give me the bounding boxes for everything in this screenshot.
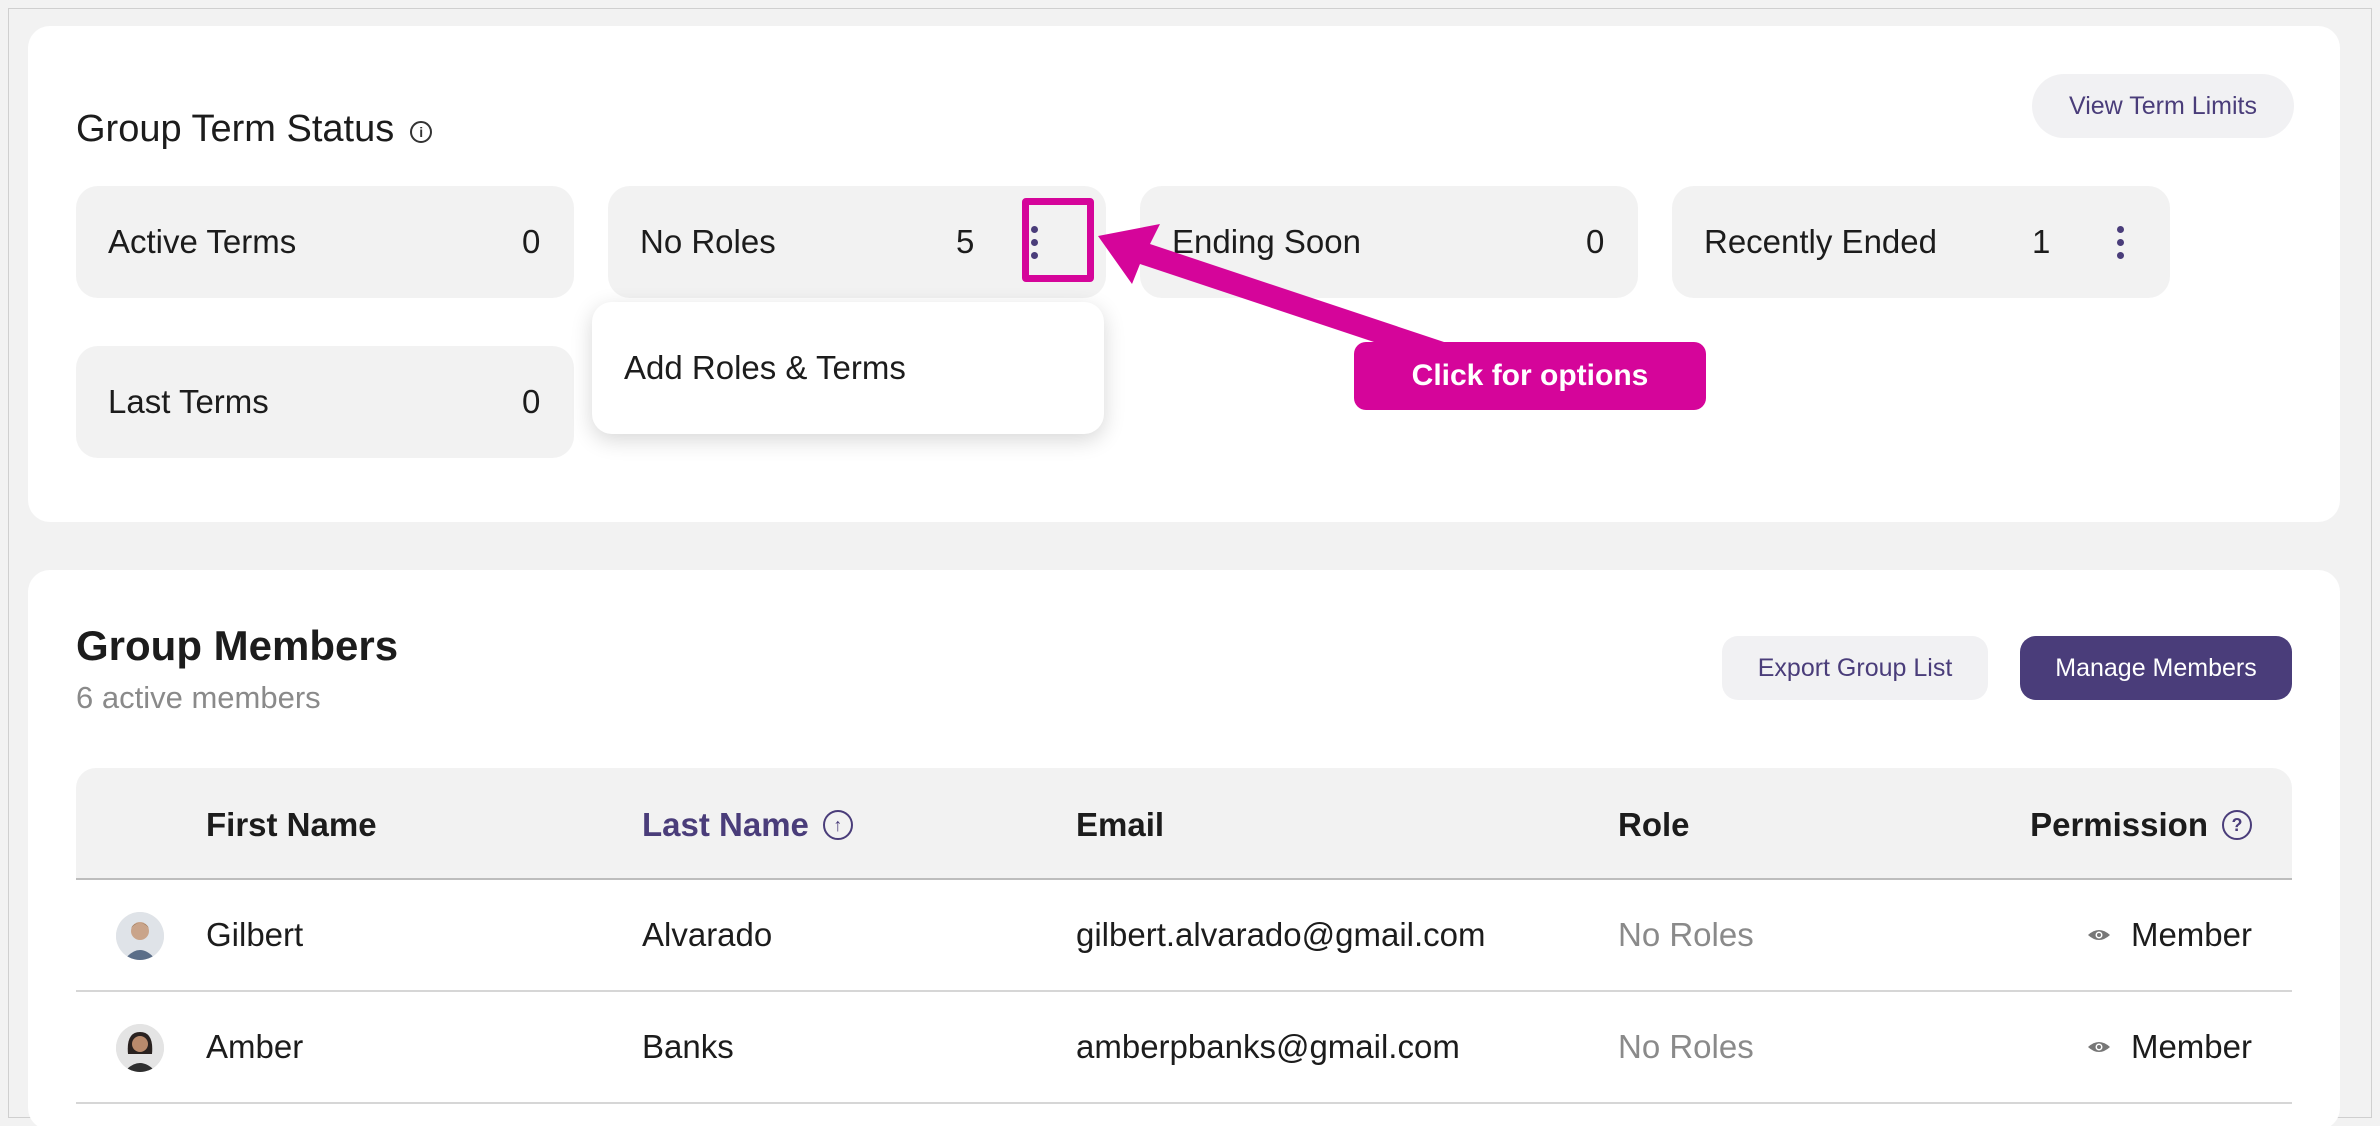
help-icon[interactable]: ? xyxy=(2222,810,2252,840)
stat-active-terms[interactable]: Active Terms 0 xyxy=(76,186,574,298)
cell-permission: Member xyxy=(2087,916,2252,954)
permission-label: Member xyxy=(2130,1028,2252,1065)
table-row[interactable]: Gilbert Alvarado gilbert.alvarado@gmail.… xyxy=(76,880,2292,992)
column-last-name[interactable]: Last Name ↑ xyxy=(642,806,853,844)
cell-first-name: Amber xyxy=(206,1028,304,1065)
options-dropdown: Add Roles & Terms xyxy=(592,302,1104,434)
info-icon[interactable]: i xyxy=(410,120,433,143)
stat-recently-ended[interactable]: Recently Ended 1 xyxy=(1672,186,2170,298)
table-header: First Name Last Name ↑ Email Role Permis… xyxy=(76,768,2292,880)
kebab-menu-icon[interactable] xyxy=(2108,222,2132,262)
members-table: First Name Last Name ↑ Email Role Permis… xyxy=(76,768,2292,1104)
cell-first-name: Gilbert xyxy=(206,916,304,953)
stat-label: Ending Soon xyxy=(1172,223,1361,260)
eye-icon xyxy=(2087,930,2110,940)
stat-count: 0 xyxy=(522,223,541,260)
manage-members-button[interactable]: Manage Members xyxy=(2020,636,2292,700)
stat-label: Last Terms xyxy=(108,383,269,420)
column-email[interactable]: Email xyxy=(1076,806,1164,844)
term-status-title-text: Group Term Status xyxy=(76,108,395,150)
export-group-list-button[interactable]: Export Group List xyxy=(1722,636,1988,700)
cell-role: No Roles xyxy=(1618,1028,1754,1065)
cell-permission: Member xyxy=(2087,1028,2252,1066)
callout-label: Click for options xyxy=(1354,342,1706,410)
stat-label: Recently Ended xyxy=(1704,223,1937,260)
column-permission[interactable]: Permission ? xyxy=(2030,806,2252,844)
column-label: First Name xyxy=(206,806,377,843)
avatar xyxy=(116,1024,164,1072)
sort-ascending-icon[interactable]: ↑ xyxy=(822,810,853,840)
group-members-card: Group Members 6 active members Export Gr… xyxy=(28,570,2340,1126)
term-status-title: Group Term Status i xyxy=(76,108,433,151)
stat-last-terms[interactable]: Last Terms 0 xyxy=(76,346,574,458)
column-label: Email xyxy=(1076,806,1165,843)
cell-email: gilbert.alvarado@gmail.com xyxy=(1076,916,1486,953)
view-term-limits-button[interactable]: View Term Limits xyxy=(2032,74,2294,138)
column-first-name[interactable]: First Name xyxy=(206,806,377,844)
stat-count: 1 xyxy=(2032,223,2051,260)
stat-count: 0 xyxy=(1586,223,1605,260)
table-row[interactable]: Amber Banks amberpbanks@gmail.com No Rol… xyxy=(76,992,2292,1104)
cell-last-name: Banks xyxy=(642,1028,734,1065)
cell-role: No Roles xyxy=(1618,916,1754,953)
avatar xyxy=(116,912,164,960)
term-status-card: Group Term Status i View Term Limits Act… xyxy=(28,26,2340,522)
column-label: Last Name xyxy=(642,806,809,843)
members-title: Group Members xyxy=(76,622,399,669)
highlight-box xyxy=(1022,198,1094,282)
members-count: 6 active members xyxy=(76,680,321,715)
column-label: Permission xyxy=(2030,806,2208,843)
cell-last-name: Alvarado xyxy=(642,916,773,953)
stat-label: No Roles xyxy=(640,223,776,260)
column-label: Role xyxy=(1618,806,1690,843)
dropdown-item-add-roles[interactable]: Add Roles & Terms xyxy=(624,349,906,387)
permission-label: Member xyxy=(2130,916,2252,953)
cell-email: amberpbanks@gmail.com xyxy=(1076,1028,1460,1065)
stat-label: Active Terms xyxy=(108,223,297,260)
eye-icon xyxy=(2087,1042,2110,1052)
stat-count: 0 xyxy=(522,383,541,420)
stat-count: 5 xyxy=(956,223,975,260)
column-role[interactable]: Role xyxy=(1618,806,1690,844)
stat-ending-soon[interactable]: Ending Soon 0 xyxy=(1140,186,1638,298)
